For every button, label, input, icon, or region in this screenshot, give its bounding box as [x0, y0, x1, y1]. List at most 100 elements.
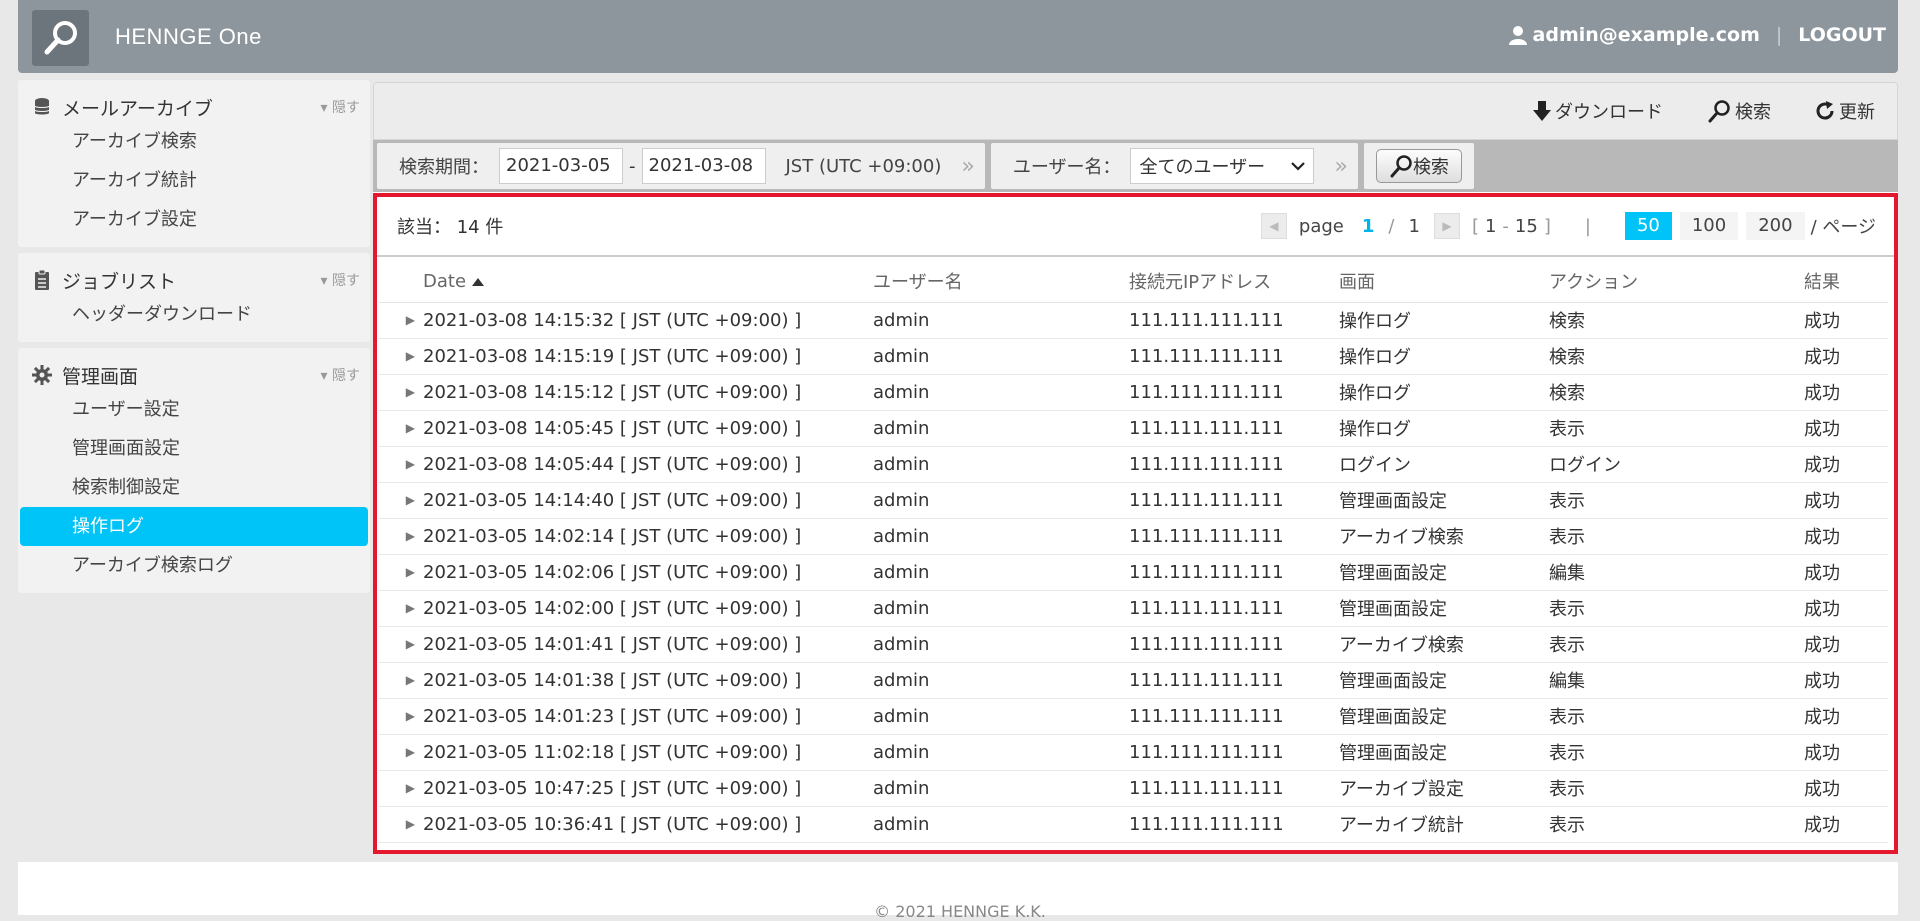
cell-result: 成功 [1804, 626, 1888, 663]
refresh-icon [1816, 101, 1834, 120]
cell-screen: アーカイブ統計 [1339, 806, 1549, 843]
hide-toggle[interactable]: ▾ 隠す [321, 97, 360, 117]
cell-date: 2021-03-05 10:36:41 [ JST (UTC +09:00) ] [423, 806, 873, 843]
refresh-label: 更新 [1839, 102, 1875, 123]
cell-user: admin [873, 482, 1129, 519]
date-separator: - [629, 155, 636, 177]
table-row[interactable]: ▶ 2021-03-05 14:02:14 [ JST (UTC +09:00) … [379, 518, 1888, 555]
expand-row-icon[interactable]: ▶ [379, 302, 423, 339]
table-row[interactable]: ▶ 2021-03-05 14:02:06 [ JST (UTC +09:00) … [379, 554, 1888, 591]
expand-row-icon[interactable]: ▶ [379, 626, 423, 663]
cell-result: 成功 [1804, 554, 1888, 591]
cell-ip: 111.111.111.111 [1129, 302, 1339, 339]
expand-row-icon[interactable]: ▶ [379, 338, 423, 375]
logout-link[interactable]: LOGOUT [1798, 24, 1886, 46]
sidebar-item-user-settings[interactable]: ユーザー設定 [20, 390, 368, 429]
table-row[interactable]: ▶ 2021-03-08 14:15:32 [ JST (UTC +09:00) … [379, 302, 1888, 339]
hide-toggle[interactable]: ▾ 隠す [321, 270, 360, 290]
cell-action: 表示 [1549, 626, 1804, 663]
expand-row-icon[interactable]: ▶ [379, 518, 423, 555]
expand-row-icon[interactable]: ▶ [379, 590, 423, 627]
sidebar-item-archive-search[interactable]: アーカイブ検索 [20, 122, 368, 161]
download-button[interactable]: ダウンロード [1533, 98, 1663, 124]
expand-row-icon[interactable]: ▶ [379, 446, 423, 483]
expand-row-icon[interactable]: ▶ [379, 698, 423, 735]
date-from-input[interactable]: 2021-03-05 [499, 148, 623, 184]
cell-screen: 操作ログ [1339, 374, 1549, 411]
page-size-50[interactable]: 50 [1624, 212, 1672, 240]
page-size-100[interactable]: 100 [1679, 212, 1739, 240]
cell-result: 成功 [1804, 446, 1888, 483]
expand-row-icon[interactable]: ▶ [379, 410, 423, 447]
date-to-input[interactable]: 2021-03-08 [641, 148, 766, 184]
column-header-action[interactable]: アクション [1549, 257, 1804, 303]
cell-action: 表示 [1549, 482, 1804, 519]
sidebar-section-title: ジョブリスト [62, 270, 177, 293]
search-button[interactable]: 検索 [1375, 149, 1462, 183]
sidebar-item-archive-settings[interactable]: アーカイブ設定 [20, 200, 368, 239]
pager: ◀ page 1 / 1 ▶ [ 1 - 15 ] | 50 100 200 /… [1260, 212, 1876, 240]
user-select[interactable]: 全てのユーザー [1130, 148, 1315, 184]
cell-user: admin [873, 374, 1129, 411]
sidebar-item-archive-search-log[interactable]: アーカイブ検索ログ [20, 546, 368, 585]
cell-ip: 111.111.111.111 [1129, 734, 1339, 771]
sidebar-item-search-control[interactable]: 検索制御設定 [20, 468, 368, 507]
table-row[interactable]: ▶ 2021-03-05 14:01:41 [ JST (UTC +09:00) … [379, 626, 1888, 663]
expand-row-icon[interactable]: ▶ [379, 554, 423, 591]
cell-date: 2021-03-05 14:14:40 [ JST (UTC +09:00) ] [423, 482, 873, 519]
magnifier-icon [1390, 155, 1412, 178]
range-close: ] [1543, 215, 1551, 237]
cell-screen: 操作ログ [1339, 338, 1549, 375]
table-row[interactable]: ▶ 2021-03-08 14:05:45 [ JST (UTC +09:00) … [379, 410, 1888, 447]
table-row[interactable]: ▶ 2021-03-05 14:14:40 [ JST (UTC +09:00) … [379, 482, 1888, 519]
footer-copyright: © 2021 HENNGE K.K. [874, 902, 1046, 921]
expand-row-icon[interactable]: ▶ [379, 482, 423, 519]
page-size-200[interactable]: 200 [1746, 212, 1805, 240]
expand-row-icon[interactable]: ▶ [379, 662, 423, 699]
sidebar-item-header-download[interactable]: ヘッダーダウンロード [20, 295, 368, 334]
prev-page-button[interactable]: ◀ [1260, 213, 1287, 239]
cell-date: 2021-03-05 14:02:00 [ JST (UTC +09:00) ] [423, 590, 873, 627]
sidebar-item-archive-stats[interactable]: アーカイブ統計 [20, 161, 368, 200]
expand-row-icon[interactable]: ▶ [379, 734, 423, 771]
hide-toggle[interactable]: ▾ 隠す [321, 365, 360, 385]
table-row[interactable]: ▶ 2021-03-05 14:02:00 [ JST (UTC +09:00) … [379, 590, 1888, 627]
magnifier-icon [1708, 100, 1730, 123]
column-header-date[interactable]: Date [423, 257, 873, 303]
cell-screen: アーカイブ設定 [1339, 770, 1549, 807]
cell-ip: 111.111.111.111 [1129, 374, 1339, 411]
cell-result: 成功 [1804, 806, 1888, 843]
expand-row-icon[interactable]: ▶ [379, 806, 423, 843]
cell-screen: 管理画面設定 [1339, 734, 1549, 771]
expand-row-icon[interactable]: ▶ [379, 374, 423, 411]
cell-action: 表示 [1549, 806, 1804, 843]
table-row[interactable]: ▶ 2021-03-05 14:01:38 [ JST (UTC +09:00) … [379, 662, 1888, 699]
table-row[interactable]: ▶ 2021-03-05 11:02:18 [ JST (UTC +09:00) … [379, 734, 1888, 771]
expand-row-icon[interactable]: ▶ [379, 770, 423, 807]
table-row[interactable]: ▶ 2021-03-05 10:47:25 [ JST (UTC +09:00) … [379, 770, 1888, 807]
next-page-button[interactable]: ▶ [1433, 213, 1460, 239]
sidebar-item-operation-log[interactable]: 操作ログ [20, 507, 368, 546]
column-header-ip[interactable]: 接続元IPアドレス [1129, 257, 1339, 303]
table-row[interactable]: ▶ 2021-03-08 14:15:19 [ JST (UTC +09:00) … [379, 338, 1888, 375]
cell-result: 成功 [1804, 698, 1888, 735]
top-header: HENNGE One admin@example.com | LOGOUT [18, 0, 1898, 73]
search-toolbar-button[interactable]: 検索 [1707, 98, 1771, 124]
sidebar-item-admin-settings[interactable]: 管理画面設定 [20, 429, 368, 468]
refresh-button[interactable]: 更新 [1815, 98, 1875, 124]
cell-user: admin [873, 554, 1129, 591]
app-logo[interactable] [32, 10, 89, 66]
pager-divider: | [1584, 215, 1591, 237]
column-header-screen[interactable]: 画面 [1339, 257, 1549, 303]
table-row[interactable]: ▶ 2021-03-08 14:15:12 [ JST (UTC +09:00) … [379, 374, 1888, 411]
column-header-user[interactable]: ユーザー名 [873, 257, 1129, 303]
per-page-label: / ページ [1810, 217, 1876, 238]
page-slash: / [1388, 215, 1395, 237]
table-row[interactable]: ▶ 2021-03-08 14:05:44 [ JST (UTC +09:00) … [379, 446, 1888, 483]
user-icon [1508, 25, 1527, 45]
table-row[interactable]: ▶ 2021-03-05 14:01:23 [ JST (UTC +09:00) … [379, 698, 1888, 735]
table-row[interactable]: ▶ 2021-03-05 10:36:41 [ JST (UTC +09:00) … [379, 806, 1888, 843]
column-header-result[interactable]: 結果 [1804, 257, 1888, 303]
range-start: 1 [1484, 215, 1497, 237]
cell-user: admin [873, 410, 1129, 447]
